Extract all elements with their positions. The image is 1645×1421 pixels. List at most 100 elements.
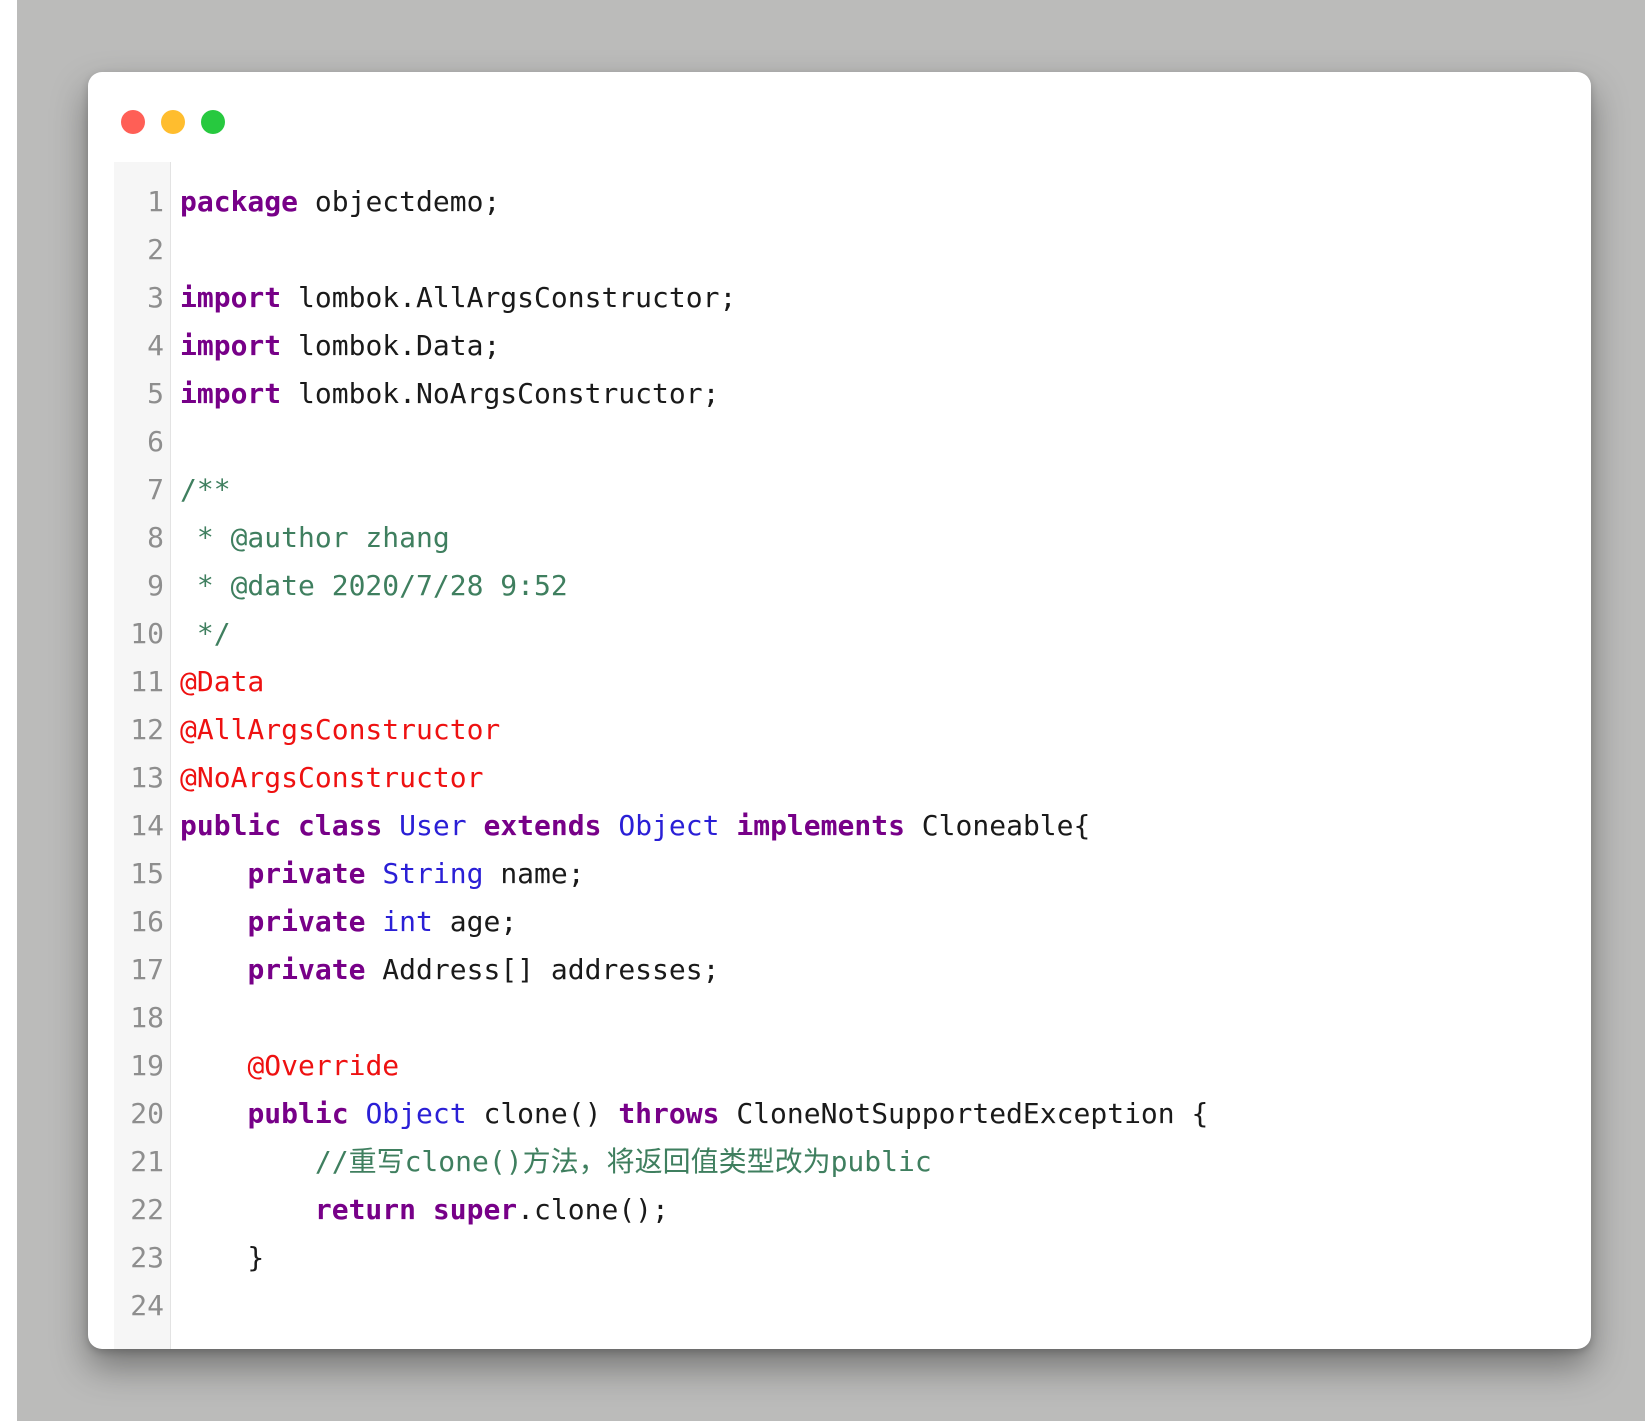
line-content: //重写clone()方法，将返回值类型改为public [180,1138,932,1186]
line-content: @Data [180,658,264,706]
zoom-dot-icon[interactable] [201,110,225,134]
line-number: 22 [130,1193,164,1226]
line-content: @AllArgsConstructor [180,706,500,754]
line-number: 23 [130,1241,164,1274]
line-number: 24 [130,1289,164,1322]
minimize-dot-icon[interactable] [161,110,185,134]
code-token: clone() [466,1097,619,1130]
code-token: Object [618,809,720,842]
code-line: 9 * @date 2020/7/28 9:52 [114,562,1591,610]
code-line: 5 import lombok.NoArgsConstructor; [114,370,1591,418]
code-token: import [180,377,282,410]
line-number: 21 [130,1145,164,1178]
line-content: /** [180,466,231,514]
code-token: lombok.Data; [281,329,501,362]
line-content: public Object clone() throws CloneNotSup… [180,1090,1208,1138]
code-token: throws [618,1097,720,1130]
code-line: 4 import lombok.Data; [114,322,1591,370]
code-token: class [298,809,383,842]
line-number: 5 [147,377,164,410]
code-line: 12 @AllArgsConstructor [114,706,1591,754]
code-line: 15 private String name; [114,850,1591,898]
code-token: } [180,1241,265,1274]
code-token: private [247,953,366,986]
code-line: 13 @NoArgsConstructor [114,754,1591,802]
code-token: extends [483,809,602,842]
line-number: 11 [130,665,164,698]
code-line: 11 @Data [114,658,1591,706]
code-token: CloneNotSupportedException { [719,1097,1209,1130]
code-line: 18 [114,994,1591,1042]
line-number: 13 [130,761,164,794]
code-token: * @author zhang [180,521,450,554]
code-line: 22 return super.clone(); [114,1186,1591,1234]
line-content: @NoArgsConstructor [180,754,483,802]
code-token: Object [365,1097,467,1130]
line-number: 6 [147,425,164,458]
code-token: */ [180,617,231,650]
line-content: @Override [180,1042,399,1090]
code-line: 3 import lombok.AllArgsConstructor; [114,274,1591,322]
close-dot-icon[interactable] [121,110,145,134]
line-content: return super.clone(); [180,1186,669,1234]
line-content: package objectdemo; [180,178,500,226]
line-number: 10 [130,617,164,650]
code-token: @Override [247,1049,400,1082]
code-token: /** [180,473,231,506]
line-number: 9 [147,569,164,602]
code-line: 16 private int age; [114,898,1591,946]
code-token: int [382,905,433,938]
code-token: import [180,281,282,314]
line-content: } [180,1234,264,1282]
code-token: User [399,809,467,842]
code-token: @AllArgsConstructor [180,713,501,746]
line-content: * @author zhang [180,514,450,562]
code-line: 23 } [114,1234,1591,1282]
line-content: import lombok.NoArgsConstructor; [180,370,719,418]
code-line: 7 /** [114,466,1591,514]
line-number: 19 [130,1049,164,1082]
line-content: private Address[] addresses; [180,946,719,994]
line-number: 3 [147,281,164,314]
line-number: 4 [147,329,164,362]
code-token: super [432,1193,518,1226]
code-line: 17 private Address[] addresses; [114,946,1591,994]
code-token: @Data [180,665,265,698]
line-number: 14 [130,809,164,842]
line-content: * @date 2020/7/28 9:52 [180,562,568,610]
code-line: 21 //重写clone()方法，将返回值类型改为public [114,1138,1591,1186]
code-token: import [180,329,282,362]
line-content: import lombok.Data; [180,322,500,370]
line-content: */ [180,610,231,658]
line-number: 16 [130,905,164,938]
code-token: lombok.NoArgsConstructor; [281,377,720,410]
code-editor: 1 package objectdemo; 2 3 import lombok.AllA… [114,162,1591,1349]
code-token: name; [483,857,585,890]
line-number: 18 [130,1001,164,1034]
code-token: public [180,809,282,842]
code-line: 19 @Override [114,1042,1591,1090]
code-token: age; [432,905,518,938]
code-token: private [247,857,366,890]
line-number: 2 [147,233,164,266]
code-token: * @date 2020/7/28 9:52 [180,569,568,602]
line-number: 1 [147,185,164,218]
code-token: private [247,905,366,938]
code-token: package [180,185,299,218]
line-number: 12 [130,713,164,746]
code-line: 6 [114,418,1591,466]
code-line: 8 * @author zhang [114,514,1591,562]
